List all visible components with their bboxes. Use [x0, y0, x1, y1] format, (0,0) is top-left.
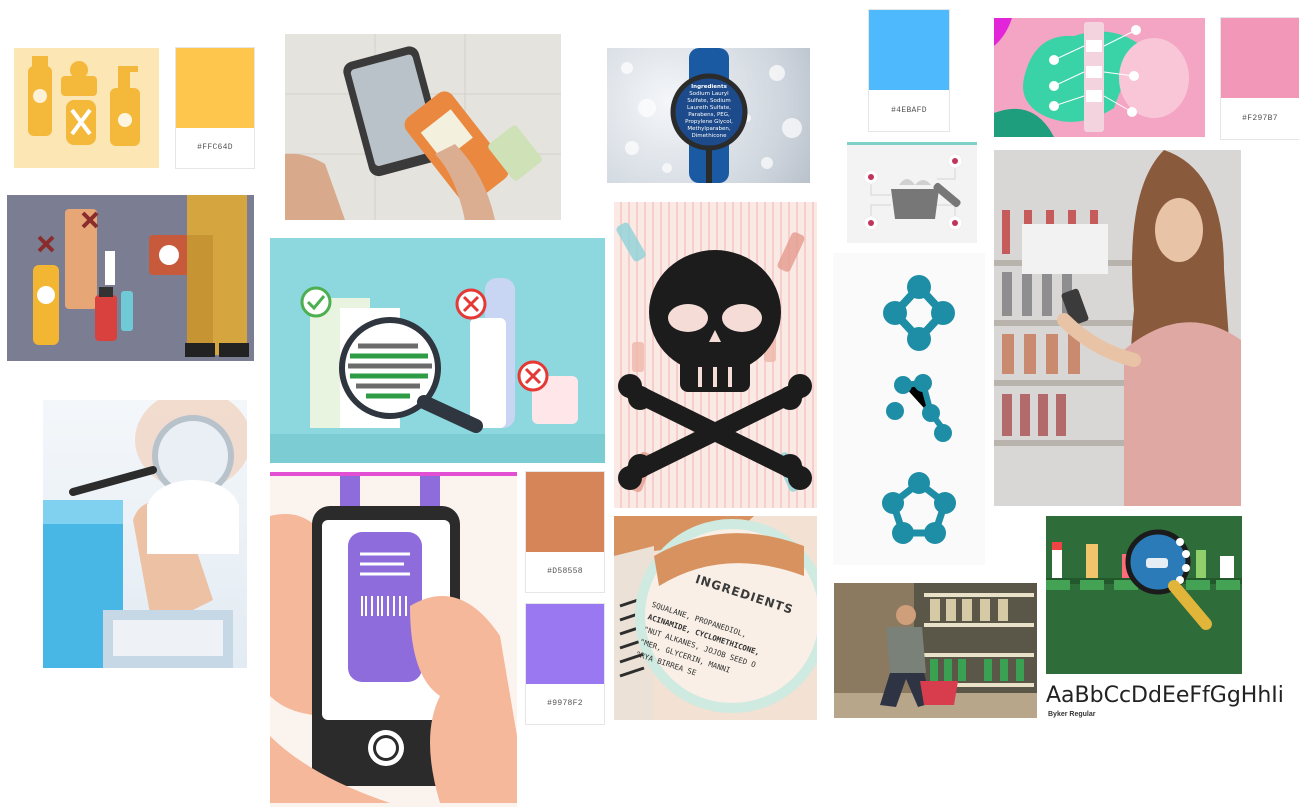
hazmat-products-illustration — [7, 195, 254, 361]
phone-barcode-scan-illustration — [270, 472, 517, 807]
bottle-ingredient-line: Methylparaben, — [687, 126, 731, 132]
swatch-hex-label: #9978F2 — [547, 699, 583, 708]
swatch-hex-label: #F297B7 — [1242, 114, 1278, 123]
color-swatch-pink: #F297B7 — [1221, 18, 1299, 139]
formula-process-diagram — [847, 142, 977, 243]
shampoo-bottle-magnifier-photo: Ingredients Sodium Lauryl Sulfate, Sodiu… — [607, 48, 810, 183]
typography-font-name: Byker Regular — [1048, 711, 1096, 718]
bottle-ingredient-line: Sulfate, Sodium — [687, 98, 731, 104]
color-swatch-copper: #D58558 — [526, 472, 604, 592]
swatch-hex-label: #4EBAFD — [891, 106, 927, 115]
bottle-ingredients-title: Ingredients — [691, 84, 727, 90]
toxic-products-illustration — [14, 48, 159, 168]
swatch-chip — [526, 604, 604, 684]
color-swatch-yellow: #FFC64D — [176, 48, 254, 168]
color-swatch-blue: #4EBAFD — [869, 10, 949, 131]
bottle-ingredient-line: Laureth Sulfate, — [687, 105, 731, 111]
swatch-chip — [526, 472, 604, 552]
phone-scanning-bottle-photo — [285, 34, 561, 220]
woman-shopping-photo — [994, 150, 1241, 506]
skull-crossbones-illustration — [614, 202, 817, 508]
swatch-hex-label: #FFC64D — [197, 143, 233, 152]
bottle-ingredient-line: Dimethicone — [691, 133, 727, 139]
pink-product-questions-illustration — [994, 18, 1205, 137]
green-shelf-magnifier-illustration — [1046, 516, 1242, 674]
swatch-hex-label: #D58558 — [547, 567, 583, 576]
hand-magnifier-jar-photo — [43, 400, 247, 668]
magnifier-label-check-illustration — [270, 238, 605, 463]
man-shopping-photo — [834, 583, 1037, 718]
typography-sample: AaBbCcDdEeFfGgHhIi — [1046, 683, 1284, 708]
bottle-ingredients-label: Ingredients Sodium Lauryl Sulfate, Sodiu… — [677, 84, 741, 140]
bottle-ingredient-line: Parabens, PEG, — [688, 112, 730, 118]
color-swatch-purple: #9978F2 — [526, 604, 604, 724]
bottle-ingredient-line: Sodium Lauryl — [689, 91, 729, 97]
swatch-chip — [176, 48, 254, 128]
ingredients-magnifier-illustration: INGREDIENTS SQUALANE, PROPANEDIOL, ACINA… — [614, 516, 817, 720]
swatch-chip — [869, 10, 949, 90]
swatch-chip — [1221, 18, 1299, 98]
molecule-icons-illustration — [833, 253, 985, 565]
bottle-ingredient-line: Propylene Glycol, — [685, 119, 733, 125]
